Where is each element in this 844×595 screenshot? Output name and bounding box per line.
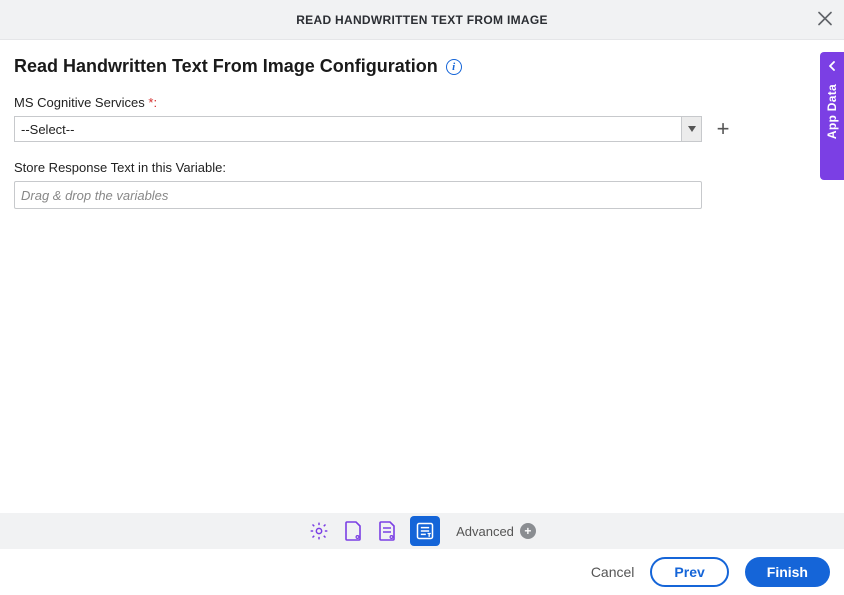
variable-label: Store Response Text in this Variable: (14, 160, 830, 175)
config-title-row: Read Handwritten Text From Image Configu… (14, 56, 830, 77)
app-data-side-tab[interactable]: App Data (820, 52, 844, 180)
dialog-title: READ HANDWRITTEN TEXT FROM IMAGE (296, 13, 548, 27)
cognitive-services-label-text: MS Cognitive Services (14, 95, 148, 110)
gear-icon[interactable] (308, 520, 330, 542)
cognitive-services-select[interactable]: --Select-- (14, 116, 702, 142)
advanced-label: Advanced (456, 524, 514, 539)
step-bar: Advanced + (0, 513, 844, 549)
doc-gear-left-icon[interactable] (342, 520, 364, 542)
cognitive-services-label: MS Cognitive Services *: (14, 95, 830, 110)
dialog-header: READ HANDWRITTEN TEXT FROM IMAGE (0, 0, 844, 40)
advanced-toggle[interactable]: Advanced + (456, 523, 536, 539)
close-icon[interactable] (818, 9, 832, 30)
plus-circle-icon: + (520, 523, 536, 539)
variable-input[interactable] (14, 181, 702, 209)
config-content: Read Handwritten Text From Image Configu… (0, 40, 844, 209)
cognitive-services-selected-value: --Select-- (15, 117, 681, 141)
finish-button[interactable]: Finish (745, 557, 830, 587)
info-icon[interactable]: i (446, 59, 462, 75)
prev-button[interactable]: Prev (650, 557, 728, 587)
cancel-button[interactable]: Cancel (591, 564, 635, 580)
required-asterisk: *: (148, 95, 157, 110)
cognitive-services-row: --Select-- + (14, 116, 830, 142)
config-title: Read Handwritten Text From Image Configu… (14, 56, 438, 77)
chevron-left-icon (827, 58, 837, 76)
app-data-label: App Data (825, 84, 839, 139)
add-service-button[interactable]: + (714, 118, 732, 140)
dropdown-arrow-icon[interactable] (681, 117, 701, 141)
dialog-footer: Cancel Prev Finish (0, 549, 844, 595)
text-doc-icon[interactable] (410, 516, 440, 546)
doc-gear-right-icon[interactable] (376, 520, 398, 542)
